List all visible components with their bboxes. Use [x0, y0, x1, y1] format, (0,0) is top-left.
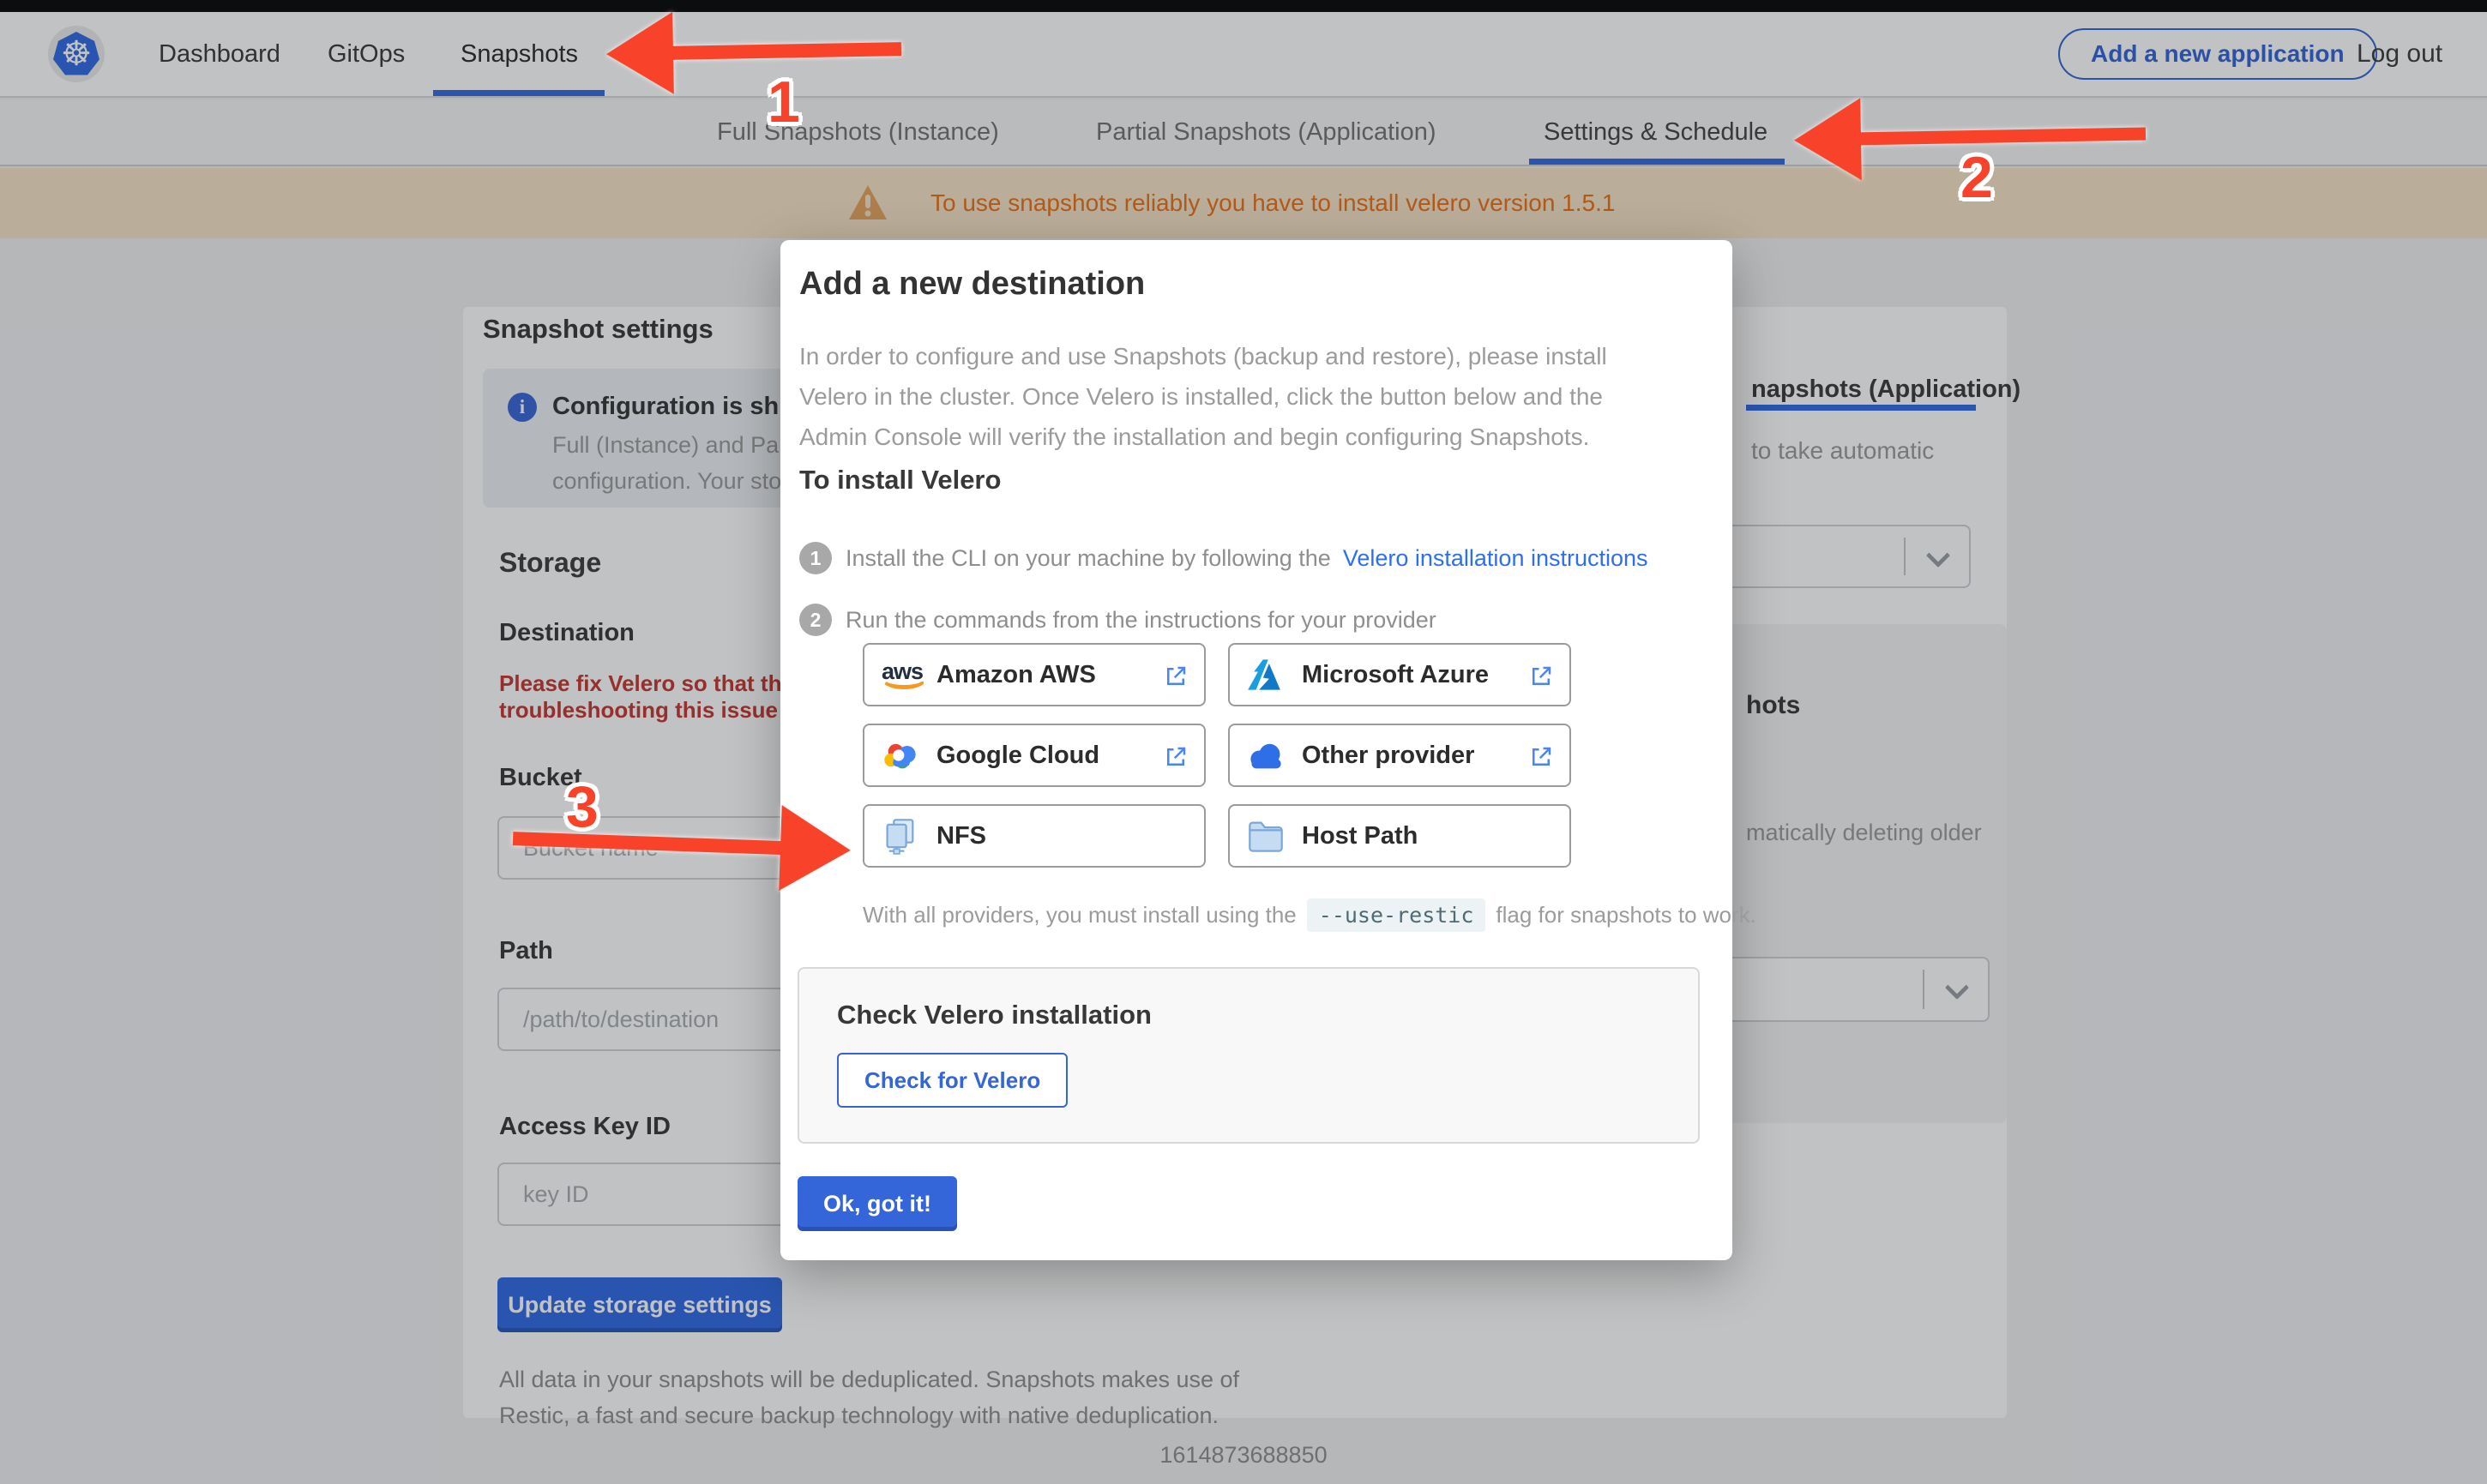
- azure-icon: [1247, 658, 1302, 691]
- external-link-icon: [1528, 744, 1554, 770]
- provider-other[interactable]: Other provider: [1228, 724, 1571, 787]
- aws-icon: aws: [882, 661, 936, 689]
- use-restic-flag-chip: --use-restic: [1307, 898, 1486, 932]
- external-link-icon: [1163, 744, 1189, 770]
- provider-label: Google Cloud: [936, 742, 1099, 770]
- install-step-2: 2 Run the commands from the instructions…: [799, 604, 1436, 636]
- provider-amazon-aws[interactable]: aws Amazon AWS: [863, 643, 1206, 706]
- annotation-number-2: 2: [1960, 144, 1993, 211]
- external-link-icon: [1528, 664, 1554, 689]
- step-2-badge: 2: [799, 604, 832, 636]
- folder-icon: [1247, 820, 1302, 852]
- check-velero-box: Check Velero installation Check for Vele…: [798, 967, 1700, 1144]
- step-1-text: Install the CLI on your machine by follo…: [846, 545, 1331, 572]
- annotation-arrow-3: [511, 796, 852, 893]
- annotation-number-3: 3: [566, 773, 599, 840]
- app-root: Snapshot settings i Configuration is sh …: [0, 0, 2487, 1484]
- provider-google-cloud[interactable]: Google Cloud: [863, 724, 1206, 787]
- install-step-1: 1 Install the CLI on your machine by fol…: [799, 542, 1648, 574]
- modal-intro-line: In order to configure and use Snapshots …: [799, 336, 1607, 376]
- modal-title: Add a new destination: [799, 266, 1145, 303]
- provider-label: NFS: [936, 822, 986, 850]
- restic-note-before: With all providers, you must install usi…: [863, 902, 1297, 928]
- provider-label: Host Path: [1302, 822, 1418, 850]
- restic-note-after: flag for snapshots to work.: [1496, 902, 1755, 928]
- modal-intro: In order to configure and use Snapshots …: [799, 336, 1607, 457]
- provider-nfs[interactable]: NFS: [863, 804, 1206, 868]
- add-destination-modal: Add a new destination In order to config…: [780, 240, 1732, 1260]
- step-2-text: Run the commands from the instructions f…: [846, 607, 1436, 634]
- provider-host-path[interactable]: Host Path: [1228, 804, 1571, 868]
- install-velero-heading: To install Velero: [799, 465, 1001, 496]
- provider-label: Amazon AWS: [936, 661, 1096, 689]
- provider-label: Microsoft Azure: [1302, 661, 1489, 689]
- restic-note: With all providers, you must install usi…: [863, 898, 1756, 932]
- provider-label: Other provider: [1302, 742, 1474, 770]
- ok-got-it-button[interactable]: Ok, got it!: [798, 1176, 957, 1231]
- modal-intro-line: Admin Console will verify the installati…: [799, 417, 1607, 457]
- velero-instructions-link[interactable]: Velero installation instructions: [1343, 545, 1648, 572]
- google-cloud-icon: [882, 739, 936, 772]
- nfs-icon: [882, 817, 936, 855]
- provider-grid: aws Amazon AWS Microsoft Azure: [863, 643, 1571, 868]
- external-link-icon: [1163, 664, 1189, 689]
- cloud-icon: [1247, 740, 1302, 771]
- annotation-number-1: 1: [768, 69, 800, 135]
- check-for-velero-button[interactable]: Check for Velero: [837, 1053, 1068, 1108]
- provider-microsoft-azure[interactable]: Microsoft Azure: [1228, 643, 1571, 706]
- annotation-arrow-1: [605, 8, 916, 95]
- step-1-badge: 1: [799, 542, 832, 574]
- check-velero-heading: Check Velero installation: [837, 1000, 1152, 1030]
- modal-intro-line: Velero in the cluster. Once Velero is in…: [799, 376, 1607, 417]
